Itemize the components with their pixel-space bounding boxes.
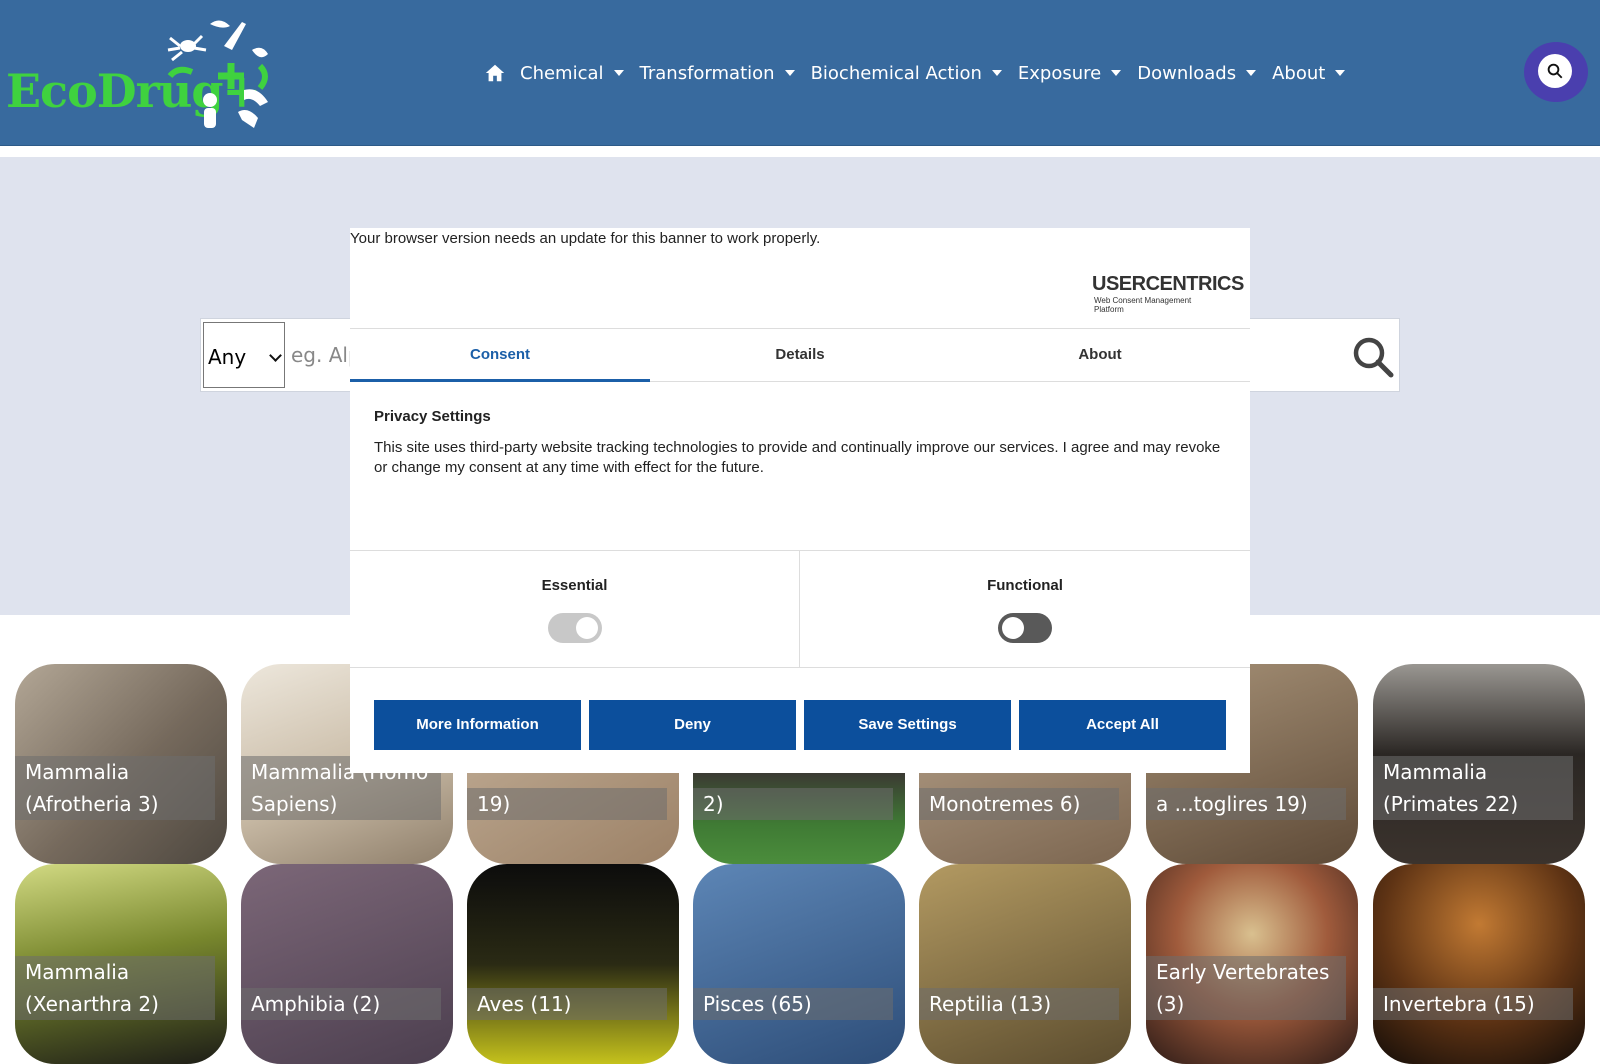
card-label: Pisces (65) [693,988,893,1020]
nav-exposure[interactable]: Exposure [1018,63,1122,84]
caret-down-icon [1335,70,1346,76]
save-settings-button[interactable]: Save Settings [804,700,1011,750]
taxon-card[interactable]: Reptilia (13) [919,864,1131,1064]
card-label: Amphibia (2) [241,988,441,1020]
tab-about[interactable]: About [950,329,1250,381]
privacy-settings-heading: Privacy Settings [374,408,491,425]
card-label: Aves (11) [467,988,667,1020]
taxon-card[interactable]: Early Vertebrates (3) [1146,864,1358,1064]
taxon-card[interactable]: Invertebra (15) [1373,864,1585,1064]
chevron-down-icon [269,349,282,362]
toggle-knob [576,617,598,639]
home-icon[interactable] [484,62,506,84]
consent-categories: Essential Functional [350,550,1250,668]
card-label: Mammalia (Primates 22) [1373,756,1573,820]
search-type-select[interactable]: Any [203,322,285,388]
card-label: a ...toglires 19) [1146,788,1346,820]
category-functional: Functional [800,551,1250,667]
essential-toggle [548,613,602,643]
top-navbar: EcoDrug+ Chemical Transformation Biochem… [0,0,1600,146]
card-label: Reptilia (13) [919,988,1119,1020]
card-label: 19) [467,788,667,820]
ecodrug-logo[interactable]: EcoDrug+ [6,16,278,132]
taxon-card[interactable]: Mammalia (Xenarthra 2) [15,864,227,1064]
taxon-card[interactable]: Pisces (65) [693,864,905,1064]
usercentrics-logo: USERCENTRICS Web Consent Management Plat… [1092,273,1244,314]
card-label: Mammalia (Xenarthra 2) [15,956,215,1020]
card-label: Mammalia (Afrotheria 3) [15,756,215,820]
search-icon [1547,63,1563,79]
card-label: 2) [693,788,893,820]
search-icon[interactable] [1351,335,1395,379]
main-nav: Chemical Transformation Biochemical Acti… [484,58,1361,88]
tab-details[interactable]: Details [650,329,950,381]
card-label: Monotremes 6) [919,788,1119,820]
deny-button[interactable]: Deny [589,700,796,750]
taxon-card[interactable]: Aves (11) [467,864,679,1064]
animal-silhouettes-icon [167,20,268,128]
functional-toggle[interactable] [998,613,1052,643]
accept-all-button[interactable]: Accept All [1019,700,1226,750]
caret-down-icon [1111,70,1122,76]
tab-consent[interactable]: Consent [350,329,650,382]
nav-downloads[interactable]: Downloads [1137,63,1257,84]
more-information-button[interactable]: More Information [374,700,581,750]
taxon-card[interactable]: Amphibia (2) [241,864,453,1064]
consent-banner: Your browser version needs an update for… [350,228,1250,773]
nav-biochemical-action[interactable]: Biochemical Action [811,63,1002,84]
nav-transformation[interactable]: Transformation [640,63,795,84]
consent-tabs: Consent Details About [350,328,1250,382]
nav-search-button[interactable] [1538,54,1572,88]
active-tab-indicator [350,379,650,382]
caret-down-icon [613,70,624,76]
nav-chemical[interactable]: Chemical [520,63,624,84]
caret-down-icon [1246,70,1257,76]
taxon-card[interactable]: Mammalia (Primates 22) [1373,664,1585,864]
nav-search-ring [1524,42,1588,102]
browser-warning: Your browser version needs an update for… [350,230,821,247]
card-label: Invertebra (15) [1373,988,1573,1020]
caret-down-icon [784,70,795,76]
category-essential: Essential [350,551,800,667]
toggle-knob [1002,617,1024,639]
caret-down-icon [991,70,1002,76]
card-label: Early Vertebrates (3) [1146,956,1346,1020]
nav-about[interactable]: About [1272,63,1346,84]
consent-buttons: More Information Deny Save Settings Acce… [374,700,1226,750]
privacy-settings-text: This site uses third-party website track… [374,439,1221,476]
taxon-card[interactable]: Mammalia (Afrotheria 3) [15,664,227,864]
